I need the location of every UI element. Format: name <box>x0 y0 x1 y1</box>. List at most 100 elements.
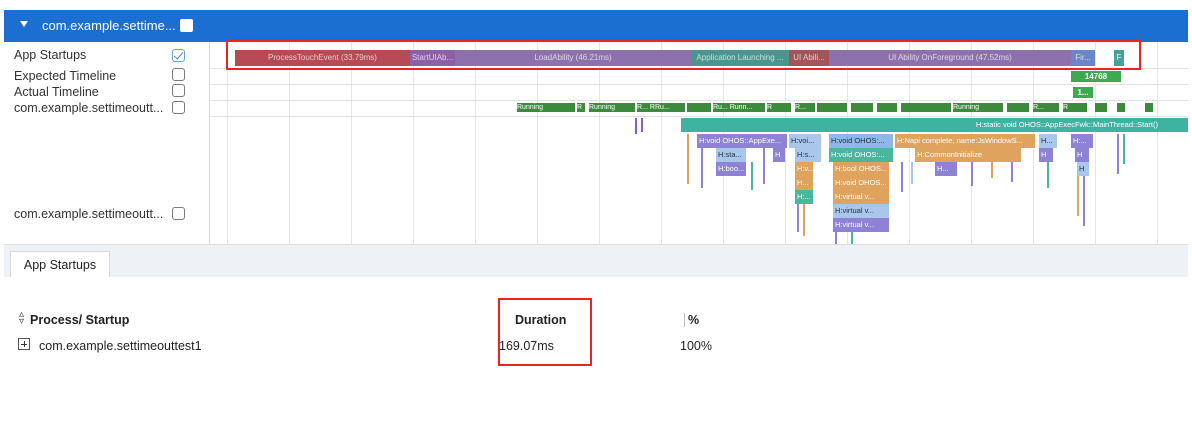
gridline <box>413 42 414 244</box>
tab-app-startups[interactable]: App Startups <box>10 251 110 278</box>
gridline <box>351 42 352 244</box>
thread-state-r[interactable]: R... <box>1033 103 1059 112</box>
flame-slice[interactable]: H:s... <box>795 148 821 162</box>
thread-state-r[interactable]: R <box>577 103 585 112</box>
flame-slice[interactable]: H:void OHOS... <box>833 176 889 190</box>
details-panel: App Startups ▵ ▿ Process/ Startup Duratio… <box>4 244 1188 443</box>
flame-tick <box>1117 134 1119 174</box>
gridline <box>475 42 476 244</box>
flame-slice[interactable]: H... <box>1039 134 1057 148</box>
flame-slice[interactable]: H <box>1075 148 1089 162</box>
highlight-box-duration <box>498 298 592 366</box>
flame-tick <box>1011 162 1013 182</box>
expand-plus-icon[interactable] <box>18 338 30 350</box>
row-label-app-startups: App Startups <box>14 48 87 62</box>
row-label-actual-timeline: Actual Timeline <box>14 85 99 99</box>
header-checkbox[interactable] <box>180 19 193 32</box>
actual-timeline-checkbox[interactable] <box>172 84 185 97</box>
flame-slice[interactable]: H:Napi complete, name:JsWindowS... <box>895 134 1035 148</box>
thread-state-block[interactable] <box>687 103 711 112</box>
gridline <box>1157 42 1158 244</box>
flame-tick <box>1047 162 1049 188</box>
thread-state-ru-runn[interactable]: Ru... Runn... <box>713 103 765 112</box>
thread-checkbox[interactable] <box>172 207 185 220</box>
flame-tick <box>803 204 805 236</box>
thread-state-running[interactable]: Running <box>517 103 575 112</box>
table-row-process-name[interactable]: com.example.settimeouttest1 <box>39 339 202 353</box>
flame-tick <box>911 162 913 184</box>
flame-slice[interactable]: H:v... <box>795 162 813 176</box>
flame-slice[interactable]: H... <box>935 162 957 176</box>
highlight-box-startups <box>226 39 1141 70</box>
app-startups-checkbox[interactable] <box>172 49 185 62</box>
flame-tick <box>797 204 799 232</box>
flame-slice[interactable]: H:sta... <box>716 148 746 162</box>
process-title: com.example.settime... <box>42 18 176 33</box>
column-header-percent[interactable]: % <box>688 313 699 327</box>
flame-slice[interactable]: H:void OHOS:... <box>829 148 893 162</box>
flame-slice[interactable]: H <box>1039 148 1053 162</box>
flame-tick <box>635 118 637 134</box>
flame-slice[interactable]: H:voi... <box>789 134 821 148</box>
thread-state-block[interactable] <box>877 103 897 112</box>
thread-state-block[interactable] <box>1117 103 1125 112</box>
thread-state-running[interactable]: Running <box>589 103 635 112</box>
flame-tick <box>1083 176 1085 226</box>
flame-slice[interactable]: H <box>1077 162 1089 176</box>
thread-state-running[interactable]: Running <box>953 103 1003 112</box>
flame-slice[interactable]: H:void OHOS:... <box>829 134 893 148</box>
thread-state-block[interactable] <box>1095 103 1107 112</box>
flame-tick <box>971 162 973 186</box>
thread-state-block[interactable] <box>817 103 847 112</box>
process-header[interactable]: com.example.settime... <box>4 10 1188 42</box>
column-separator[interactable] <box>684 313 685 327</box>
flame-slice[interactable]: H:... <box>795 190 813 204</box>
flame-slice[interactable]: H:boo... <box>716 162 746 176</box>
flame-tick <box>687 134 689 184</box>
thread-state-block[interactable] <box>1007 103 1029 112</box>
gridline <box>227 42 228 244</box>
flame-slice[interactable]: H:virtual v... <box>833 190 889 204</box>
flame-tick <box>763 148 765 184</box>
flame-slice[interactable]: H <box>773 148 785 162</box>
thread-state-ru[interactable]: Ru... <box>655 103 685 112</box>
actual-frame-badge[interactable]: 1... <box>1073 87 1093 98</box>
startup-table: ▵ ▿ Process/ Startup Duration % com.examp… <box>4 277 1188 443</box>
expected-frame-badge[interactable]: 14768 <box>1071 71 1121 82</box>
track-divider <box>211 100 1188 101</box>
collapse-triangle-icon[interactable] <box>20 21 28 27</box>
flame-tick <box>1123 134 1125 164</box>
flame-slice[interactable]: H:virtual v... <box>833 204 889 218</box>
flame-tick <box>751 162 753 190</box>
flame-slice[interactable]: H:bool OHOS... <box>833 162 889 176</box>
thread-state-block[interactable] <box>901 103 951 112</box>
gridline <box>289 42 290 244</box>
process-checkbox[interactable] <box>172 101 185 114</box>
expected-timeline-checkbox[interactable] <box>172 68 185 81</box>
track-divider <box>211 84 1188 85</box>
row-label-thread: com.example.settimeoutt... <box>14 207 164 221</box>
tab-strip: App Startups <box>4 245 1188 278</box>
thread-state-r[interactable]: R <box>1063 103 1087 112</box>
thread-state-block[interactable] <box>1145 103 1153 112</box>
flame-slice[interactable]: H:... <box>1071 134 1093 148</box>
flame-slice[interactable]: H:virtual v... <box>833 218 889 232</box>
flame-tick <box>1077 176 1079 216</box>
flame-tick <box>835 232 837 244</box>
track-labels: App Startups Expected Timeline Actual Ti… <box>4 42 210 244</box>
flame-slice-main-thread-start[interactable]: H:static void OHOS::AppExecFwk::MainThre… <box>681 118 1188 132</box>
flame-slice[interactable]: H... <box>795 176 813 190</box>
flame-tick <box>901 162 903 192</box>
flame-tick <box>851 232 853 244</box>
flame-slice[interactable]: H:void OHOS::AppExe... <box>697 134 787 148</box>
thread-state-block[interactable] <box>851 103 873 112</box>
thread-state-r[interactable]: R <box>767 103 791 112</box>
thread-state-r[interactable]: R... <box>795 103 815 112</box>
timeline-tracks[interactable]: ProcessTouchEvent (33.79ms) StartUIAb...… <box>211 42 1188 244</box>
sort-icon[interactable]: ▵ ▿ <box>19 310 24 327</box>
gridline <box>599 42 600 244</box>
row-label-expected-timeline: Expected Timeline <box>14 69 117 83</box>
column-header-process[interactable]: Process/ Startup <box>30 313 129 327</box>
trace-panel: com.example.settime... App Startups Expe… <box>0 0 1192 244</box>
flame-slice[interactable]: H:CommonInitialize <box>915 148 1021 162</box>
